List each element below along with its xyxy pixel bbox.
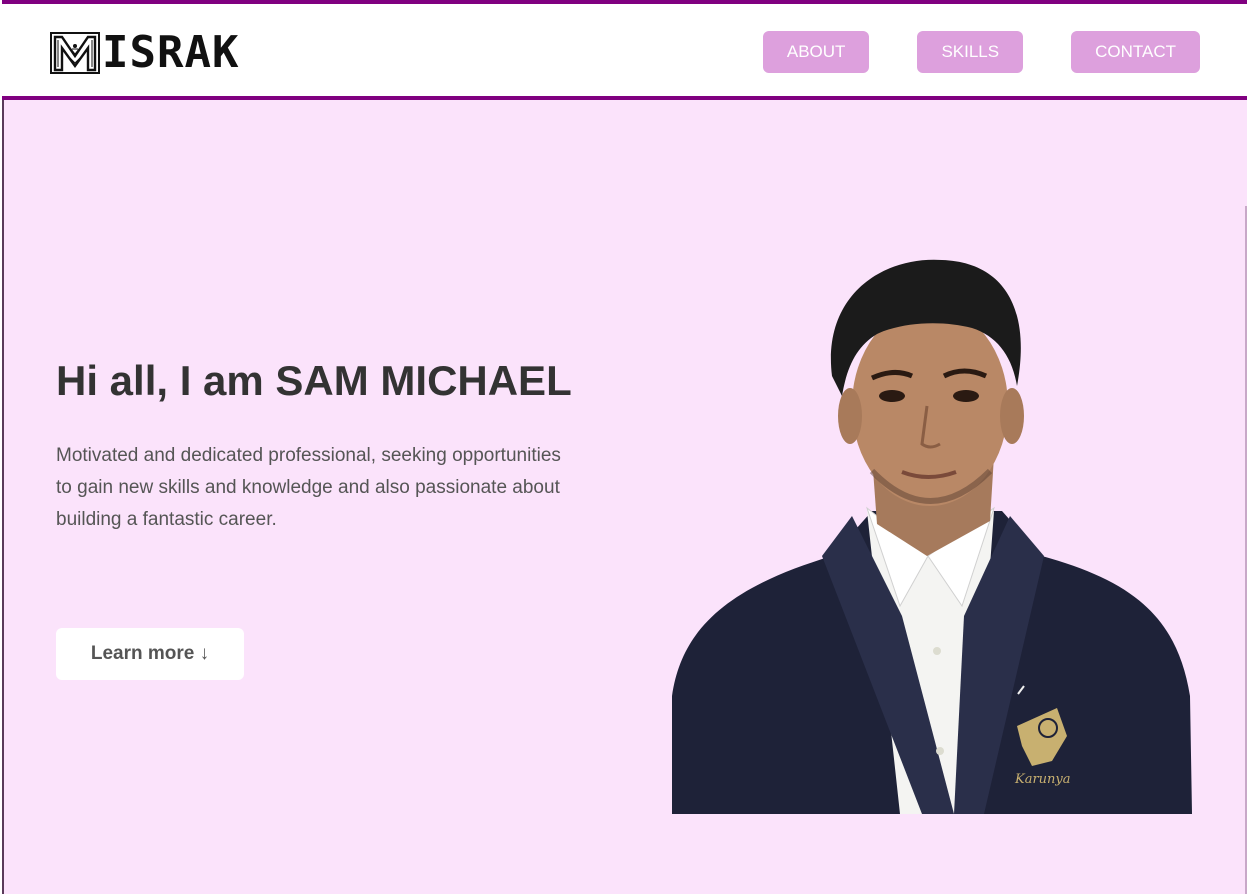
profile-portrait: Karunya [672, 259, 1192, 814]
hero-description: Motivated and dedicated professional, se… [56, 445, 561, 530]
nav-contact-button[interactable]: CONTACT [1071, 31, 1200, 73]
badge-text: Karunya [1014, 772, 1071, 787]
nav-skills-button[interactable]: SKILLS [917, 31, 1024, 73]
site-logo[interactable]: ISRAK [50, 27, 240, 78]
page-edge-left [2, 0, 4, 894]
nav-about-button[interactable]: ABOUT [762, 31, 870, 73]
logo-m-icon [50, 32, 100, 74]
site-header: ISRAK ABOUT SKILLS CONTACT [2, 0, 1247, 100]
hero-title: Hi all, I am SAM MICHAEL [56, 357, 572, 404]
learn-more-button[interactable]: Learn more ↓ [56, 628, 244, 680]
scrollbar-track[interactable] [1245, 206, 1247, 894]
logo-text: ISRAK [102, 27, 240, 78]
hero-intro: Hi all, I am SAM MICHAEL Motivated and d… [56, 358, 576, 536]
page: ISRAK ABOUT SKILLS CONTACT Hi all, I am … [2, 0, 1247, 894]
main-nav: ABOUT SKILLS CONTACT [762, 31, 1200, 73]
